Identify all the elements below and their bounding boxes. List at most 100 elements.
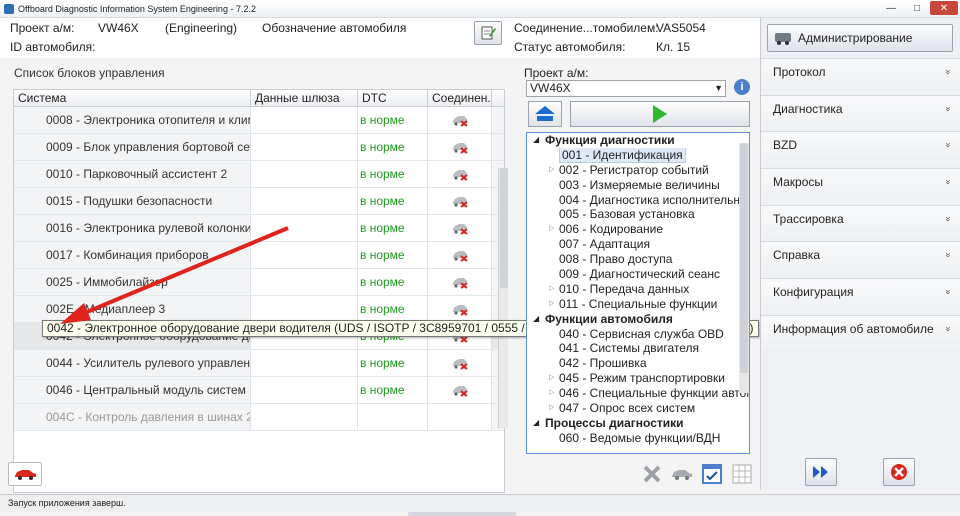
tree-item-label: 042 - Прошивка <box>559 356 647 371</box>
project-label: Проект а/м: <box>10 21 75 35</box>
sidebar-item[interactable]: Протокол » <box>761 58 960 95</box>
start-function-button[interactable] <box>570 101 750 127</box>
minimize-button[interactable]: — <box>878 1 904 15</box>
tree-group[interactable]: ◢ Функция диагностики <box>527 133 749 148</box>
control-unit-name: 0009 - Блок управления бортовой сети <box>14 134 251 160</box>
maximize-button[interactable]: □ <box>904 1 930 15</box>
car-disconnected-icon <box>452 251 468 262</box>
tree-item[interactable]: 007 - Адаптация <box>527 237 749 252</box>
vehicle-view-button[interactable] <box>8 462 42 486</box>
collapse-triangle-icon[interactable]: ▷ <box>549 386 554 401</box>
tree-item-label: 045 - Режим транспортировки <box>559 371 725 386</box>
tree-item[interactable]: 060 - Ведомые функции/ВДН <box>527 431 749 446</box>
column-dtc[interactable]: DTC <box>358 90 428 106</box>
table-vertical-scrollbar[interactable] <box>498 168 508 428</box>
tree-item[interactable]: ▷ 045 - Режим транспортировки <box>527 371 749 386</box>
tree-item-label: 040 - Сервисная служба OBD <box>559 326 724 341</box>
tree-item[interactable]: 008 - Право доступа <box>527 252 749 267</box>
administration-button[interactable]: Администрирование <box>767 24 953 52</box>
collapse-triangle-icon[interactable]: ▷ <box>549 222 554 237</box>
grid-view-button[interactable] <box>730 462 754 486</box>
sidebar-item[interactable]: Трассировка » <box>761 204 960 242</box>
administration-label: Администрирование <box>798 31 913 45</box>
tree-item[interactable]: ▷ 047 - Опрос всех систем <box>527 401 749 416</box>
sidebar-menu: Протокол» Диагностика» BZD» Макросы» Трассир… <box>761 58 960 352</box>
table-row[interactable]: 0044 - Усилитель рулевого управления в но… <box>14 350 504 377</box>
tree-item[interactable]: 003 - Измеряемые величины <box>527 178 749 193</box>
sidebar-item[interactable]: Конфигурация » <box>761 278 960 315</box>
table-row[interactable]: 0015 - Подушки безопасности в норме <box>14 188 504 215</box>
table-row[interactable]: 0017 - Комбинация приборов в норме <box>14 242 504 269</box>
table-row[interactable]: 002E - Медиаплеер 3 в норме <box>14 296 504 323</box>
sidebar-item[interactable]: Макросы » <box>761 168 960 205</box>
tree-item[interactable]: ▷ 006 - Кодирование <box>527 222 749 237</box>
tree-item-label: 011 - Специальные функции <box>559 296 718 311</box>
sidebar-item[interactable]: Информация об автомобиле » <box>761 314 960 352</box>
disconnect-tool-button[interactable] <box>640 462 664 486</box>
project-select-label: Проект а/м: <box>524 66 589 80</box>
tree-item[interactable]: ▷ 046 - Специальные функции автом <box>527 386 749 401</box>
column-connection[interactable]: Соединен... <box>428 90 492 106</box>
scrollbar-thumb[interactable] <box>500 168 508 288</box>
home-navigate-button[interactable] <box>528 101 562 127</box>
sidebar-item-label: Трассировка <box>773 211 844 226</box>
cancel-button[interactable] <box>883 458 915 486</box>
tree-item[interactable]: ▷ 010 - Передача данных <box>527 282 749 297</box>
connection-status <box>428 269 492 295</box>
tree-item[interactable]: 009 - Диагностический сеанс <box>527 267 749 282</box>
tree-group[interactable]: ◢ Функции автомобиля <box>527 312 749 327</box>
tree-item[interactable]: 005 - Базовая установка <box>527 207 749 222</box>
collapse-triangle-icon[interactable]: ▷ <box>549 371 554 386</box>
dtc-status: в норме <box>358 188 428 214</box>
tree-item[interactable]: 041 - Системы двигателя <box>527 341 749 356</box>
connection-label: Соединение...томобилем: <box>514 21 659 35</box>
connection-status <box>428 188 492 214</box>
column-gateway-data[interactable]: Данные шлюза <box>251 90 358 106</box>
car-disconnected-icon <box>452 197 468 208</box>
admin-car-icon <box>775 33 791 45</box>
chevron-down-icon: » <box>943 216 954 222</box>
tree-item[interactable]: 040 - Сервисная служба OBD <box>527 327 749 342</box>
forward-button[interactable] <box>805 458 837 486</box>
table-row[interactable]: 0009 - Блок управления бортовой сети в но… <box>14 134 504 161</box>
table-row[interactable]: 004C - Контроль давления в шинах 2 (В <box>14 404 504 431</box>
sidebar-item-label: Диагностика <box>773 101 843 116</box>
control-unit-name: 0017 - Комбинация приборов <box>14 242 251 268</box>
tree-item[interactable]: 004 - Диагностика исполнительных <box>527 193 749 208</box>
tree-item-label: 008 - Право доступа <box>559 252 673 267</box>
collapse-triangle-icon[interactable]: ▷ <box>549 401 554 416</box>
expand-triangle-icon[interactable]: ◢ <box>533 416 539 431</box>
project-select[interactable]: VW46X ▼ <box>526 80 726 97</box>
expand-triangle-icon[interactable]: ◢ <box>533 133 539 148</box>
chevron-down-icon: » <box>943 142 954 148</box>
info-icon[interactable]: i <box>734 79 750 95</box>
status-bar: Запуск приложения заверш. <box>0 494 960 512</box>
tree-item[interactable]: ▷ 002 - Регистратор событий <box>527 163 749 178</box>
table-row[interactable]: 0025 - Иммобилайзер в норме <box>14 269 504 296</box>
sidebar-item[interactable]: Диагностика » <box>761 94 960 132</box>
tree-item[interactable]: ▷ 011 - Специальные функции <box>527 297 749 312</box>
sidebar-item[interactable]: Справка » <box>761 241 960 279</box>
tree-scrollbar[interactable] <box>739 143 749 393</box>
table-row[interactable]: 0046 - Центральный модуль систем ком в но… <box>14 377 504 404</box>
tree-group[interactable]: ◢ Процессы диагностики <box>527 416 749 431</box>
cancel-icon <box>891 464 907 480</box>
table-row[interactable]: 0016 - Электроника рулевой колонки в норм… <box>14 215 504 242</box>
column-system[interactable]: Система <box>14 90 251 106</box>
edit-designation-button[interactable] <box>474 21 502 45</box>
tree-item[interactable]: 001 - Идентификация <box>527 147 749 163</box>
sidebar-item[interactable]: BZD » <box>761 131 960 169</box>
close-button[interactable]: ✕ <box>930 1 958 15</box>
tree-item[interactable]: 042 - Прошивка <box>527 356 749 371</box>
table-row[interactable]: 0008 - Электроника отопителя и климати в … <box>14 107 504 134</box>
expand-triangle-icon[interactable]: ◢ <box>533 312 539 327</box>
collapse-triangle-icon[interactable]: ▷ <box>549 282 554 297</box>
tree-scrollbar-thumb[interactable] <box>740 143 748 373</box>
control-unit-name: 0015 - Подушки безопасности <box>14 188 251 214</box>
vehicle-designation-label: Обозначение автомобиля <box>262 21 407 35</box>
car-gray-button[interactable] <box>670 462 694 486</box>
checklist-button[interactable] <box>700 462 724 486</box>
table-row[interactable]: 0010 - Парковочный ассистент 2 в норме <box>14 161 504 188</box>
collapse-triangle-icon[interactable]: ▷ <box>549 297 554 312</box>
collapse-triangle-icon[interactable]: ▷ <box>549 163 554 178</box>
